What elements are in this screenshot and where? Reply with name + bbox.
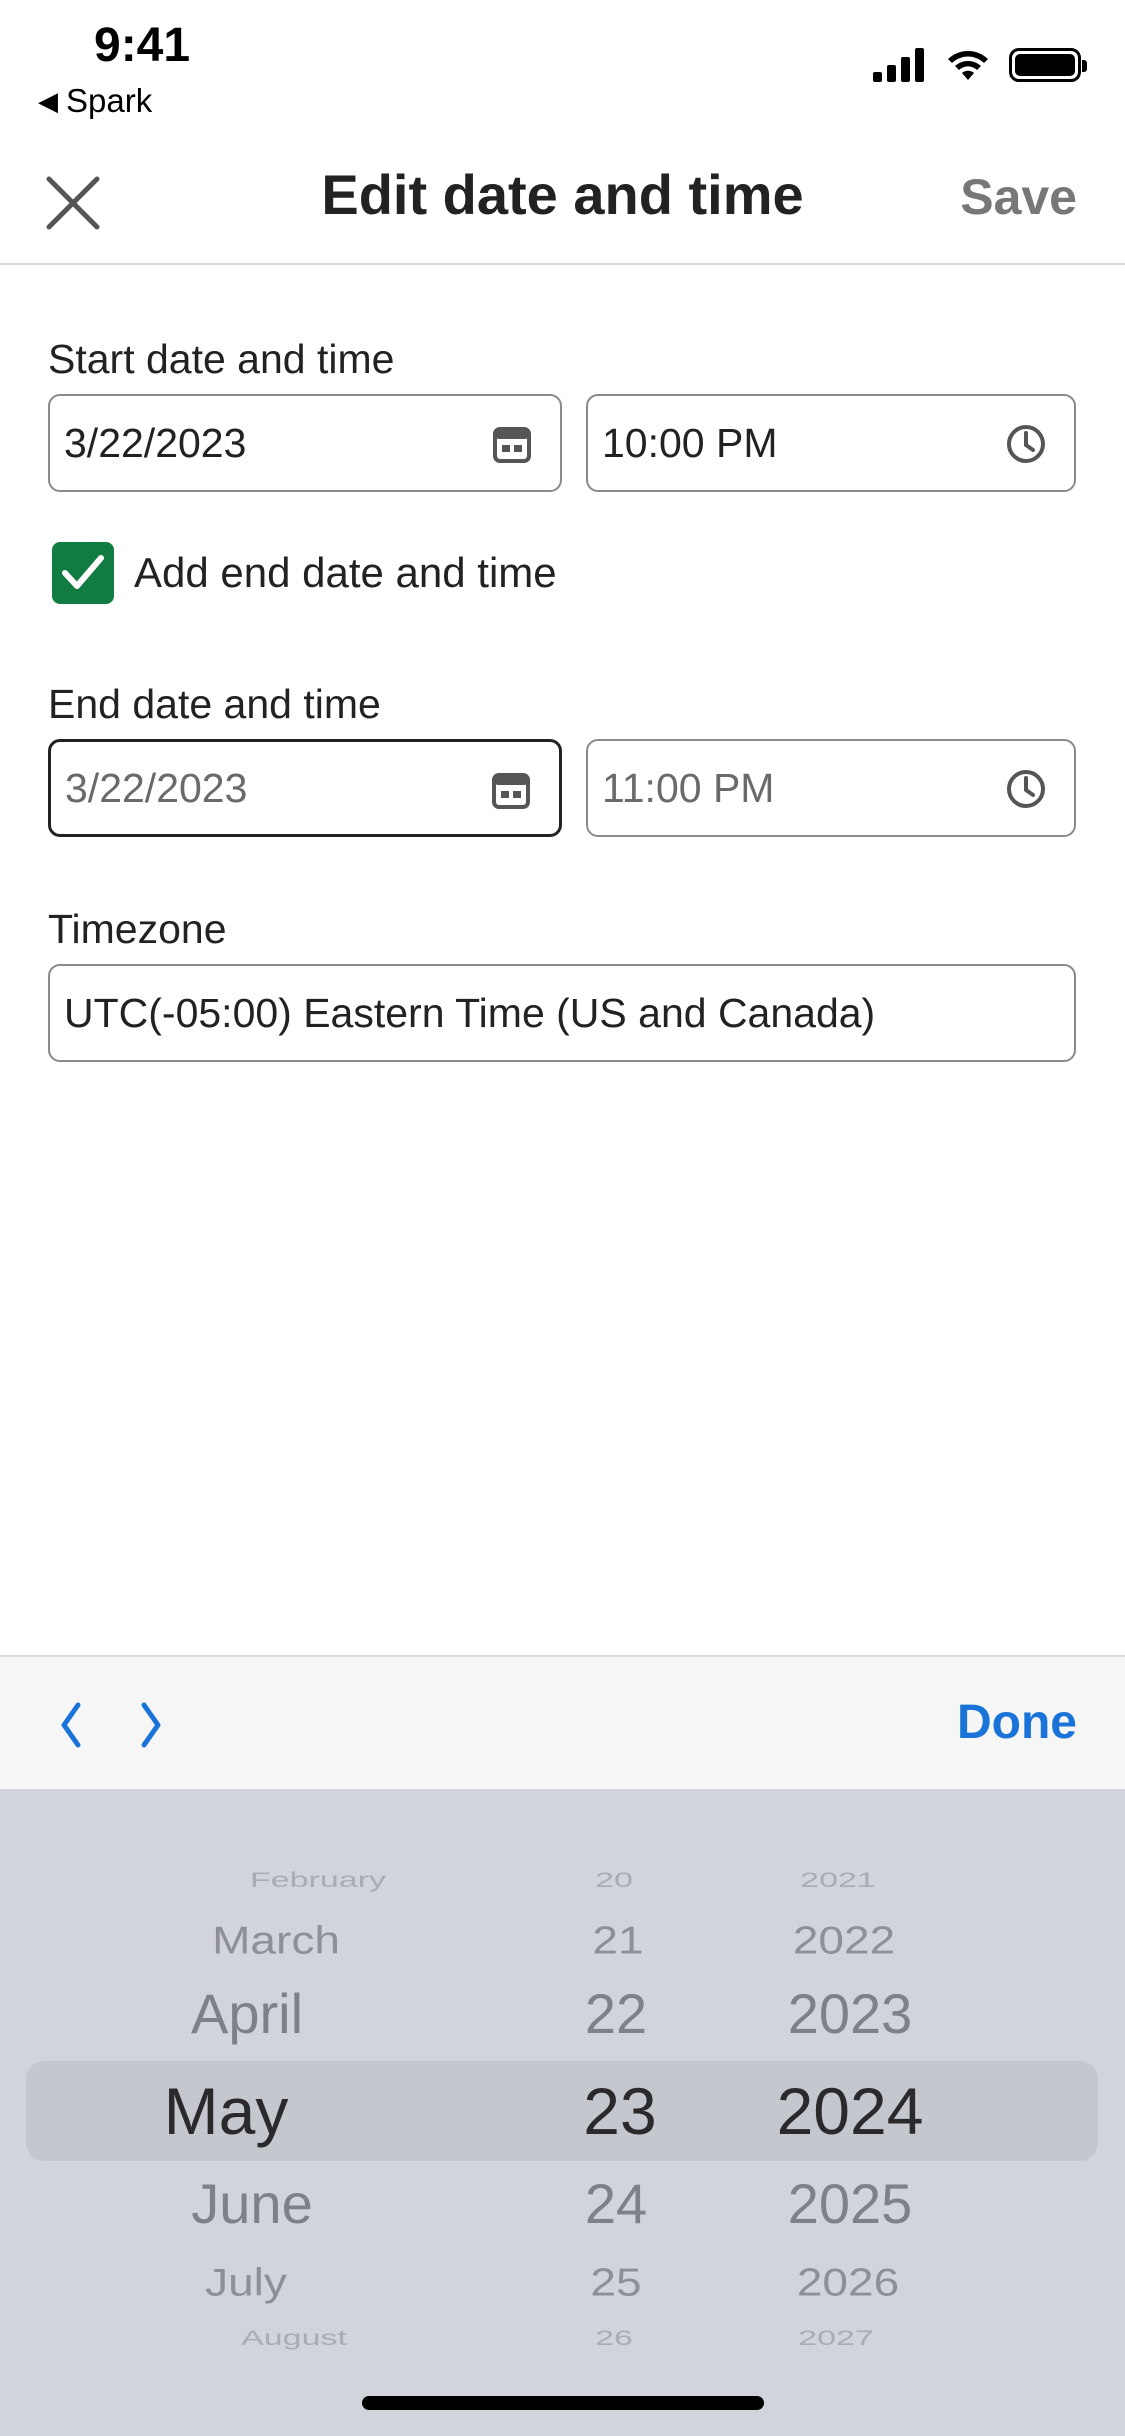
start-date-value: 3/22/2023 [64, 419, 247, 466]
status-icons [873, 48, 1087, 82]
battery-icon [1009, 48, 1087, 82]
end-date-field[interactable]: 3/22/2023 [48, 739, 562, 837]
picker-month-item[interactable]: August [241, 2326, 347, 2350]
picker-year-item[interactable]: 2023 [788, 1981, 913, 2046]
clock-icon [1007, 425, 1045, 463]
start-date-time-label: Start date and time [48, 336, 395, 382]
add-end-date-toggle[interactable]: Add end date and time [52, 542, 557, 604]
picker-day-item[interactable]: 26 [595, 2326, 633, 2350]
end-time-field[interactable]: 11:00 PM [586, 739, 1076, 837]
next-field-button[interactable] [126, 1697, 176, 1753]
chevron-left-icon [61, 1702, 81, 1748]
done-button[interactable]: Done [957, 1695, 1077, 1750]
picker-month-item[interactable]: March [212, 1917, 340, 1963]
end-date-checkbox-label: Add end date and time [134, 549, 557, 596]
picker-year-item[interactable]: 2025 [788, 2171, 913, 2236]
cellular-signal-icon [873, 48, 924, 82]
picker-day-item[interactable]: 21 [592, 1917, 643, 1963]
save-button[interactable]: Save [960, 168, 1077, 226]
wifi-icon [948, 51, 988, 80]
back-triangle-icon: ◀ [38, 85, 58, 116]
end-date-checkbox[interactable] [52, 542, 114, 604]
picker-month-item[interactable]: June [191, 2171, 312, 2236]
end-date-time-label: End date and time [48, 681, 381, 727]
picker-month-item[interactable]: April [191, 1981, 303, 2046]
page-title: Edit date and time [321, 163, 804, 226]
header: Edit date and time Save [0, 140, 1125, 265]
picker-month-item[interactable]: July [205, 2259, 287, 2305]
picker-year-item[interactable]: 2024 [777, 2073, 924, 2149]
picker-month-item[interactable]: February [250, 1868, 386, 1892]
timezone-label: Timezone [48, 906, 227, 952]
start-date-field[interactable]: 3/22/2023 [48, 394, 562, 492]
status-bar: 9:41 ◀ Spark [0, 0, 1125, 130]
picker-day-item[interactable]: 23 [583, 2073, 656, 2149]
start-time-field[interactable]: 10:00 PM [586, 394, 1076, 492]
date-picker[interactable]: February March April May June July Augus… [0, 1789, 1125, 2436]
picker-day-item[interactable]: 24 [585, 2171, 647, 2236]
home-indicator[interactable] [362, 2396, 764, 2410]
picker-year-item[interactable]: 2027 [798, 2326, 874, 2350]
back-app-label: Spark [66, 82, 153, 119]
picker-month-item[interactable]: May [164, 2073, 289, 2149]
picker-year-item[interactable]: 2026 [797, 2259, 899, 2305]
previous-field-button[interactable] [46, 1697, 96, 1753]
back-to-app-link[interactable]: ◀ Spark [38, 82, 152, 120]
picker-day-item[interactable]: 25 [590, 2259, 641, 2305]
picker-day-item[interactable]: 20 [595, 1868, 633, 1892]
end-time-value: 11:00 PM [602, 764, 775, 811]
start-time-value: 10:00 PM [602, 419, 778, 466]
end-date-value: 3/22/2023 [65, 764, 248, 811]
checkmark-icon [62, 555, 104, 589]
calendar-icon [492, 773, 530, 809]
timezone-field[interactable]: UTC(-05:00) Eastern Time (US and Canada) [48, 964, 1076, 1062]
picker-year-item[interactable]: 2021 [800, 1868, 876, 1892]
status-time: 9:41 [94, 19, 191, 72]
timezone-value: UTC(-05:00) Eastern Time (US and Canada) [64, 989, 876, 1036]
picker-year-item[interactable]: 2022 [793, 1917, 895, 1963]
chevron-right-icon [141, 1702, 161, 1748]
keyboard-toolbar: Done [0, 1655, 1125, 1789]
calendar-icon [493, 427, 531, 463]
clock-icon [1007, 770, 1045, 808]
picker-day-item[interactable]: 22 [585, 1981, 647, 2046]
